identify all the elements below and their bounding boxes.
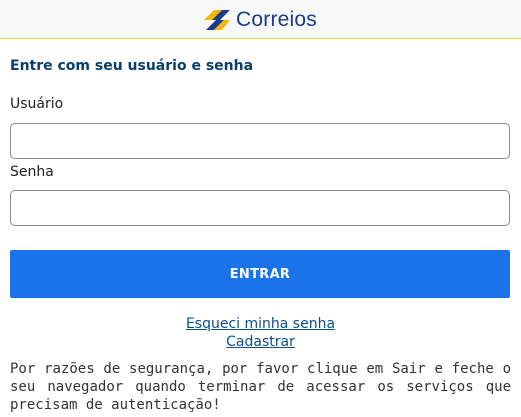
forgot-password-link[interactable]: Esqueci minha senha [0,316,521,332]
username-input[interactable] [10,123,510,159]
username-label: Usuário [10,96,64,112]
password-label: Senha [10,164,54,180]
security-notice: Por razões de segurança, por favor cliqu… [10,361,511,413]
logo-text: Correios [236,8,317,31]
login-button[interactable]: ENTRAR [10,250,510,298]
login-title: Entre com seu usuário e senha [10,58,254,74]
header-bar: Correios [0,0,521,39]
register-link[interactable]: Cadastrar [0,334,521,350]
correios-logo: Correios [202,6,317,33]
correios-logo-icon [204,9,230,30]
password-input[interactable] [10,190,510,226]
login-page: Correios Entre com seu usuário e senha U… [0,0,521,417]
